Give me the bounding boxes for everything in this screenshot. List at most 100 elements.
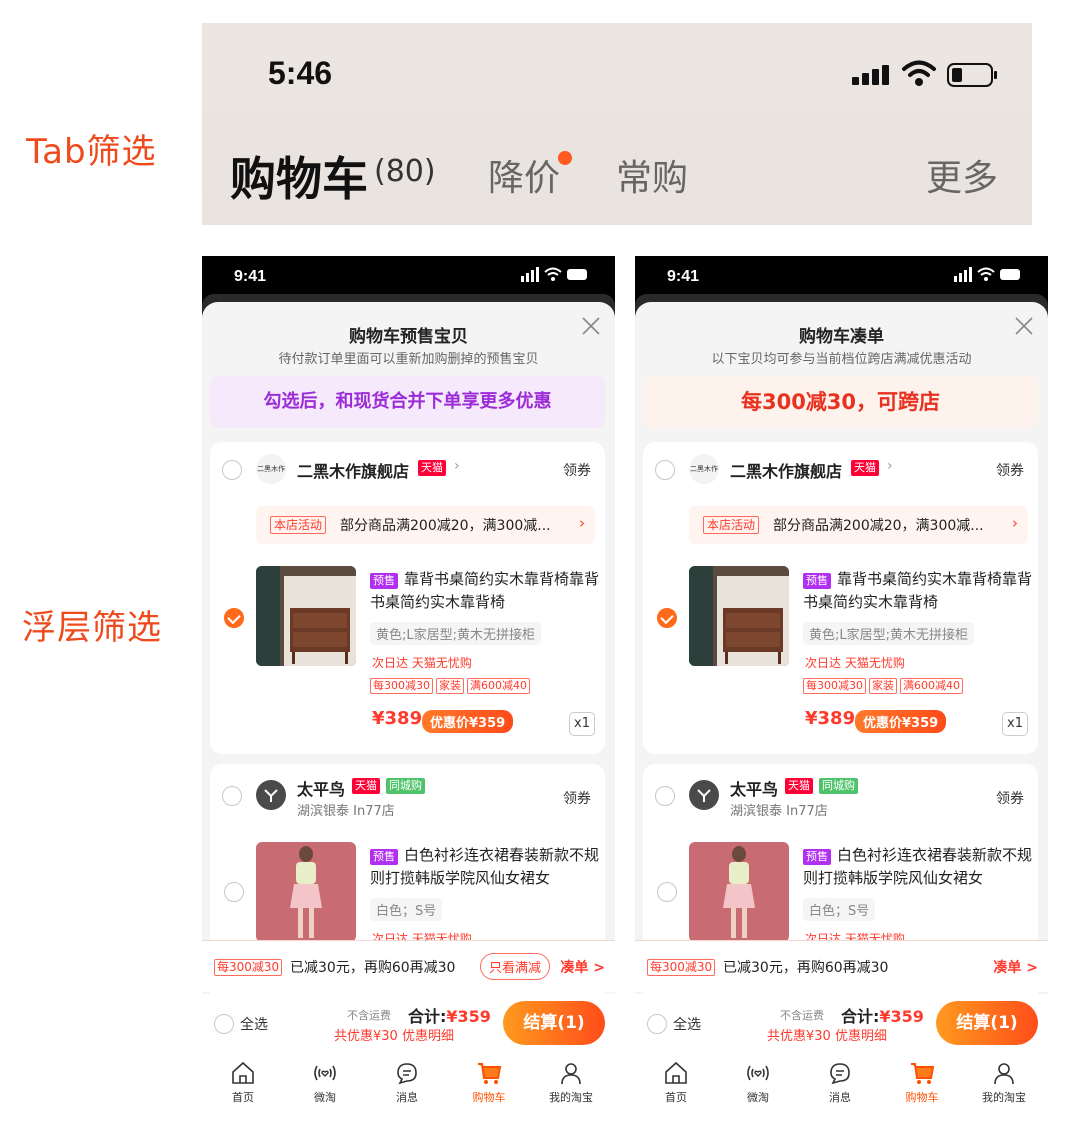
shop-name[interactable]: 二黑木作旗舰店 bbox=[730, 458, 842, 482]
shop-logo: 二黑木作 bbox=[689, 454, 719, 484]
promo-progress-text: 已减30元，再购60再减30 bbox=[290, 960, 456, 976]
close-icon[interactable] bbox=[581, 316, 601, 336]
tab-messages[interactable]: 消息 bbox=[799, 1060, 881, 1105]
tab-home[interactable]: 首页 bbox=[635, 1060, 717, 1105]
product-image[interactable] bbox=[689, 566, 789, 666]
chevron-right-icon: › bbox=[887, 458, 893, 474]
promo-text: 部分商品满200减20，满300减... bbox=[773, 518, 984, 534]
shop-name[interactable]: 太平鸟 bbox=[730, 776, 778, 800]
discount-price: 优惠价¥359 bbox=[422, 710, 514, 733]
item-price: ¥389 bbox=[805, 708, 856, 729]
tab-frequent[interactable]: 常购 bbox=[616, 149, 688, 201]
add-on-link[interactable]: 凑单 > bbox=[560, 957, 605, 977]
promo-tag: 每300减30 bbox=[647, 959, 716, 976]
discount-detail-link[interactable]: 共优惠¥30 优惠明细 bbox=[334, 1025, 454, 1044]
tab-home[interactable]: 首页 bbox=[202, 1060, 284, 1105]
quantity-stepper[interactable]: x1 bbox=[1002, 712, 1028, 736]
overlay-phone-1: 9:41 购物车预售宝贝 待付款订单里面可以重新加购删掉的预售宝贝 勾选后，和现… bbox=[202, 256, 615, 1112]
shop-promo-bar[interactable]: 本店活动 部分商品满200减20，满300减... › bbox=[689, 506, 1028, 544]
tab-label: 我的淘宝 bbox=[549, 1091, 593, 1104]
product-image[interactable] bbox=[689, 842, 789, 942]
sku-selector[interactable]: 白色；S号 bbox=[803, 898, 876, 921]
sku-selector[interactable]: 白色；S号 bbox=[370, 898, 443, 921]
item-checkbox[interactable] bbox=[224, 882, 244, 902]
chevron-right-icon: › bbox=[579, 514, 585, 532]
item-checkbox[interactable] bbox=[657, 882, 677, 902]
discount-tag: 家装 bbox=[869, 678, 897, 694]
select-all-label: 全选 bbox=[240, 1017, 268, 1033]
product-title[interactable]: 白色衬衫连衣裙春装新款不规则打揽韩版学院风仙女裙女 bbox=[803, 844, 1033, 890]
sku-selector[interactable]: 黄色;L家居型;黄木无拼接柜 bbox=[370, 622, 542, 645]
tab-label: 消息 bbox=[829, 1091, 851, 1104]
product-title[interactable]: 白色衬衫连衣裙春装新款不规则打揽韩版学院风仙女裙女 bbox=[370, 844, 600, 890]
product-image[interactable] bbox=[256, 566, 356, 666]
overlay-banner: 每300减30，可跨店 bbox=[643, 376, 1038, 428]
promo-progress-text: 已减30元，再购60再减30 bbox=[723, 960, 889, 976]
total: 合计:¥359 bbox=[841, 1003, 924, 1027]
total-label: 合计: bbox=[408, 1007, 447, 1026]
select-all-checkbox[interactable] bbox=[214, 1014, 234, 1034]
filter-overlay: 购物车凑单 以下宝贝均可参与当前档位跨店满减优惠活动 每300减30，可跨店 二… bbox=[635, 302, 1048, 1112]
shop-checkbox[interactable] bbox=[222, 460, 242, 480]
tab-label: 微淘 bbox=[314, 1091, 336, 1104]
add-on-link[interactable]: 凑单 > bbox=[993, 957, 1038, 977]
tab-my-taobao[interactable]: 我的淘宝 bbox=[963, 1060, 1045, 1105]
tab-my-taobao[interactable]: 我的淘宝 bbox=[530, 1060, 612, 1105]
promo-tag: 每300减30 bbox=[214, 959, 283, 976]
tab-label: 购物车 bbox=[472, 1091, 506, 1104]
shop-checkbox[interactable] bbox=[655, 460, 675, 480]
tab-label: 购物车 bbox=[905, 1091, 939, 1104]
tab-weitao[interactable]: 微淘 bbox=[717, 1060, 799, 1105]
coupon-button[interactable]: 领券 bbox=[563, 788, 591, 808]
tab-price-drop[interactable]: 降价 bbox=[488, 149, 560, 201]
coupon-button[interactable]: 领券 bbox=[563, 460, 591, 480]
overlay-subtitle: 以下宝贝均可参与当前档位跨店满减优惠活动 bbox=[711, 352, 972, 367]
tab-messages[interactable]: 消息 bbox=[366, 1060, 448, 1105]
tab-cart[interactable]: 购物车 bbox=[448, 1060, 530, 1105]
sku-selector[interactable]: 黄色;L家居型;黄木无拼接柜 bbox=[803, 622, 975, 645]
promo-tag: 本店活动 bbox=[270, 516, 327, 534]
discount-detail-link[interactable]: 共优惠¥30 优惠明细 bbox=[767, 1025, 887, 1044]
coupon-button[interactable]: 领券 bbox=[996, 788, 1024, 808]
tab-cart[interactable]: 购物车 bbox=[230, 143, 368, 209]
shop-checkbox[interactable] bbox=[222, 786, 242, 806]
tab-label: 首页 bbox=[232, 1091, 254, 1104]
close-icon[interactable] bbox=[1014, 316, 1034, 336]
item-checkbox[interactable] bbox=[224, 608, 244, 628]
item-checkbox[interactable] bbox=[657, 608, 677, 628]
product-title[interactable]: 靠背书桌简约实木靠背椅靠背书桌简约实木靠背椅 bbox=[370, 568, 600, 614]
shop-name[interactable]: 太平鸟 bbox=[297, 776, 345, 800]
cart-icon bbox=[911, 1063, 935, 1084]
overlay-title: 购物车预售宝贝 bbox=[349, 327, 468, 347]
checkout-button[interactable]: 结算(1) bbox=[936, 1001, 1038, 1045]
discount-tags: 每300减30 家装 满600减40 bbox=[803, 678, 966, 694]
coupon-button[interactable]: 领券 bbox=[996, 460, 1024, 480]
annotation-tab-filter: Tab筛选 bbox=[26, 132, 157, 172]
shipping-note: 不含运费 bbox=[347, 1009, 391, 1022]
select-all-checkbox[interactable] bbox=[647, 1014, 667, 1034]
tab-weitao[interactable]: 微淘 bbox=[284, 1060, 366, 1105]
shop-promo-bar[interactable]: 本店活动 部分商品满200减20，满300减... › bbox=[256, 506, 595, 544]
store-location: 湖滨银泰 In77店 bbox=[297, 804, 395, 819]
shop-checkbox[interactable] bbox=[655, 786, 675, 806]
quantity-stepper[interactable]: x1 bbox=[569, 712, 595, 736]
promo-tag: 本店活动 bbox=[703, 516, 760, 534]
shop-logo: 二黑木作 bbox=[256, 454, 286, 484]
tab-cart[interactable]: 购物车 bbox=[881, 1060, 963, 1105]
service-tags: 次日达 天猫无忧购 bbox=[372, 656, 472, 670]
product-image[interactable] bbox=[256, 842, 356, 942]
bottom-tab-bar: 首页 微淘 消息 购物车 我的淘宝 bbox=[202, 1054, 615, 1112]
only-full-reduction-button[interactable]: 只看满减 bbox=[480, 953, 551, 980]
shop-logo bbox=[689, 780, 719, 810]
checkout-button[interactable]: 结算(1) bbox=[503, 1001, 605, 1045]
message-icon bbox=[397, 1063, 417, 1085]
tab-filter-screenshot: 5:46 购物车 (80) 降价 常购 更多 bbox=[202, 23, 1032, 225]
store-location: 湖滨银泰 In77店 bbox=[730, 804, 828, 819]
shop-name[interactable]: 二黑木作旗舰店 bbox=[297, 458, 409, 482]
discount-tags: 每300减30 家装 满600减40 bbox=[370, 678, 533, 694]
annotation-overlay-filter: 浮层筛选 bbox=[22, 608, 162, 648]
bottom-tab-bar: 首页 微淘 消息 购物车 我的淘宝 bbox=[635, 1054, 1048, 1112]
total-label: 合计: bbox=[841, 1007, 880, 1026]
tab-more[interactable]: 更多 bbox=[926, 149, 998, 201]
product-title[interactable]: 靠背书桌简约实木靠背椅靠背书桌简约实木靠背椅 bbox=[803, 568, 1033, 614]
